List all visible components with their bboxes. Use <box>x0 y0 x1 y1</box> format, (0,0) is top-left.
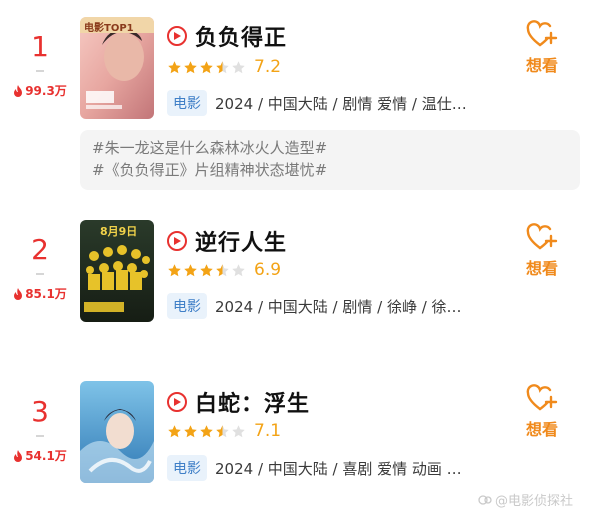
star-empty-icon <box>232 263 245 276</box>
score: 6.9 <box>254 260 282 280</box>
poster-badge: 电影TOP1 <box>84 23 134 34</box>
poster-badge: 8月9日 <box>100 225 138 238</box>
rank-divider <box>36 435 44 437</box>
score: 7.2 <box>254 57 282 77</box>
star-half-icon <box>216 60 229 73</box>
movie-title[interactable]: 负负得正 <box>195 20 287 52</box>
topic-link[interactable]: #《负负得正》片组精神状态堪忧# <box>92 159 568 181</box>
star-half-icon <box>216 263 229 276</box>
heat-count: 54.1万 <box>10 447 70 464</box>
movie-meta: 2024 / 中国大陆 / 喜剧 爱情 动画 … <box>215 459 462 478</box>
star-half-icon <box>216 424 229 437</box>
heart-plus-icon <box>526 384 558 411</box>
flame-icon <box>14 84 23 97</box>
title-row[interactable]: 白蛇：浮生 <box>167 386 310 418</box>
flame-icon <box>14 287 23 300</box>
star-rating <box>167 424 246 439</box>
title-row[interactable]: 逆行人生 <box>167 225 287 257</box>
heat-value: 54.1万 <box>25 449 67 463</box>
rank-column: 1 99.3万 <box>10 32 70 99</box>
rank-number: 1 <box>31 30 49 63</box>
meta-row: 电影 2024 / 中国大陆 / 剧情 / 徐峥 / 徐… <box>167 293 462 319</box>
want-to-watch-button[interactable]: 想看 <box>514 223 570 279</box>
meta-row: 电影 2024 / 中国大陆 / 剧情 爱情 / 温仕… <box>167 90 467 116</box>
star-full-icon <box>184 60 197 73</box>
star-full-icon <box>184 263 197 276</box>
rating-row: 6.9 <box>167 260 281 280</box>
movie-title[interactable]: 逆行人生 <box>195 225 287 257</box>
movie-poster[interactable] <box>80 381 154 483</box>
type-tag: 电影 <box>167 455 207 481</box>
flame-icon <box>14 449 23 462</box>
movie-meta: 2024 / 中国大陆 / 剧情 爱情 / 温仕… <box>215 94 467 113</box>
star-empty-icon <box>232 60 245 73</box>
type-tag: 电影 <box>167 293 207 319</box>
star-full-icon <box>184 424 197 437</box>
want-label: 想看 <box>525 259 558 278</box>
movie-meta: 2024 / 中国大陆 / 剧情 / 徐峥 / 徐… <box>215 297 462 316</box>
rank-number: 3 <box>31 395 49 428</box>
topic-link[interactable]: #朱一龙这是什么森林冰火人造型# <box>92 137 568 159</box>
rank-divider <box>36 70 44 72</box>
movie-badge-icon <box>167 392 187 412</box>
movie-badge-icon <box>167 231 187 251</box>
rank-divider <box>36 273 44 275</box>
star-full-icon <box>200 60 213 73</box>
watermark: @电影侦探社 <box>478 490 573 509</box>
title-row[interactable]: 负负得正 <box>167 20 287 52</box>
star-full-icon <box>168 263 181 276</box>
heat-value: 85.1万 <box>25 287 67 301</box>
topic-box: #朱一龙这是什么森林冰火人造型# #《负负得正》片组精神状态堪忧# <box>80 130 580 190</box>
star-empty-icon <box>232 424 245 437</box>
rating-row: 7.2 <box>167 57 281 77</box>
want-label: 想看 <box>525 420 558 439</box>
rank-column: 2 85.1万 <box>10 235 70 302</box>
star-full-icon <box>168 60 181 73</box>
meta-row: 电影 2024 / 中国大陆 / 喜剧 爱情 动画 … <box>167 455 462 481</box>
heart-plus-icon <box>526 20 558 47</box>
star-full-icon <box>200 263 213 276</box>
want-to-watch-button[interactable]: 想看 <box>514 20 570 76</box>
movie-badge-icon <box>167 26 187 46</box>
heat-count: 99.3万 <box>10 82 70 99</box>
rank-number: 2 <box>31 233 49 266</box>
watermark-text: @电影侦探社 <box>495 494 574 509</box>
movie-poster[interactable]: 8月9日 <box>80 220 154 322</box>
rank-column: 3 54.1万 <box>10 397 70 464</box>
want-label: 想看 <box>525 56 558 75</box>
star-full-icon <box>168 424 181 437</box>
heart-plus-icon <box>526 223 558 250</box>
type-tag: 电影 <box>167 90 207 116</box>
score: 7.1 <box>254 421 282 441</box>
star-rating <box>167 60 246 75</box>
watermark-logo-icon <box>478 494 492 505</box>
movie-title[interactable]: 白蛇：浮生 <box>195 386 310 418</box>
rating-row: 7.1 <box>167 421 281 441</box>
heat-value: 99.3万 <box>25 84 67 98</box>
heat-count: 85.1万 <box>10 285 70 302</box>
movie-poster[interactable]: 电影TOP1 <box>80 17 154 119</box>
want-to-watch-button[interactable]: 想看 <box>514 384 570 440</box>
star-full-icon <box>200 424 213 437</box>
star-rating <box>167 263 246 278</box>
